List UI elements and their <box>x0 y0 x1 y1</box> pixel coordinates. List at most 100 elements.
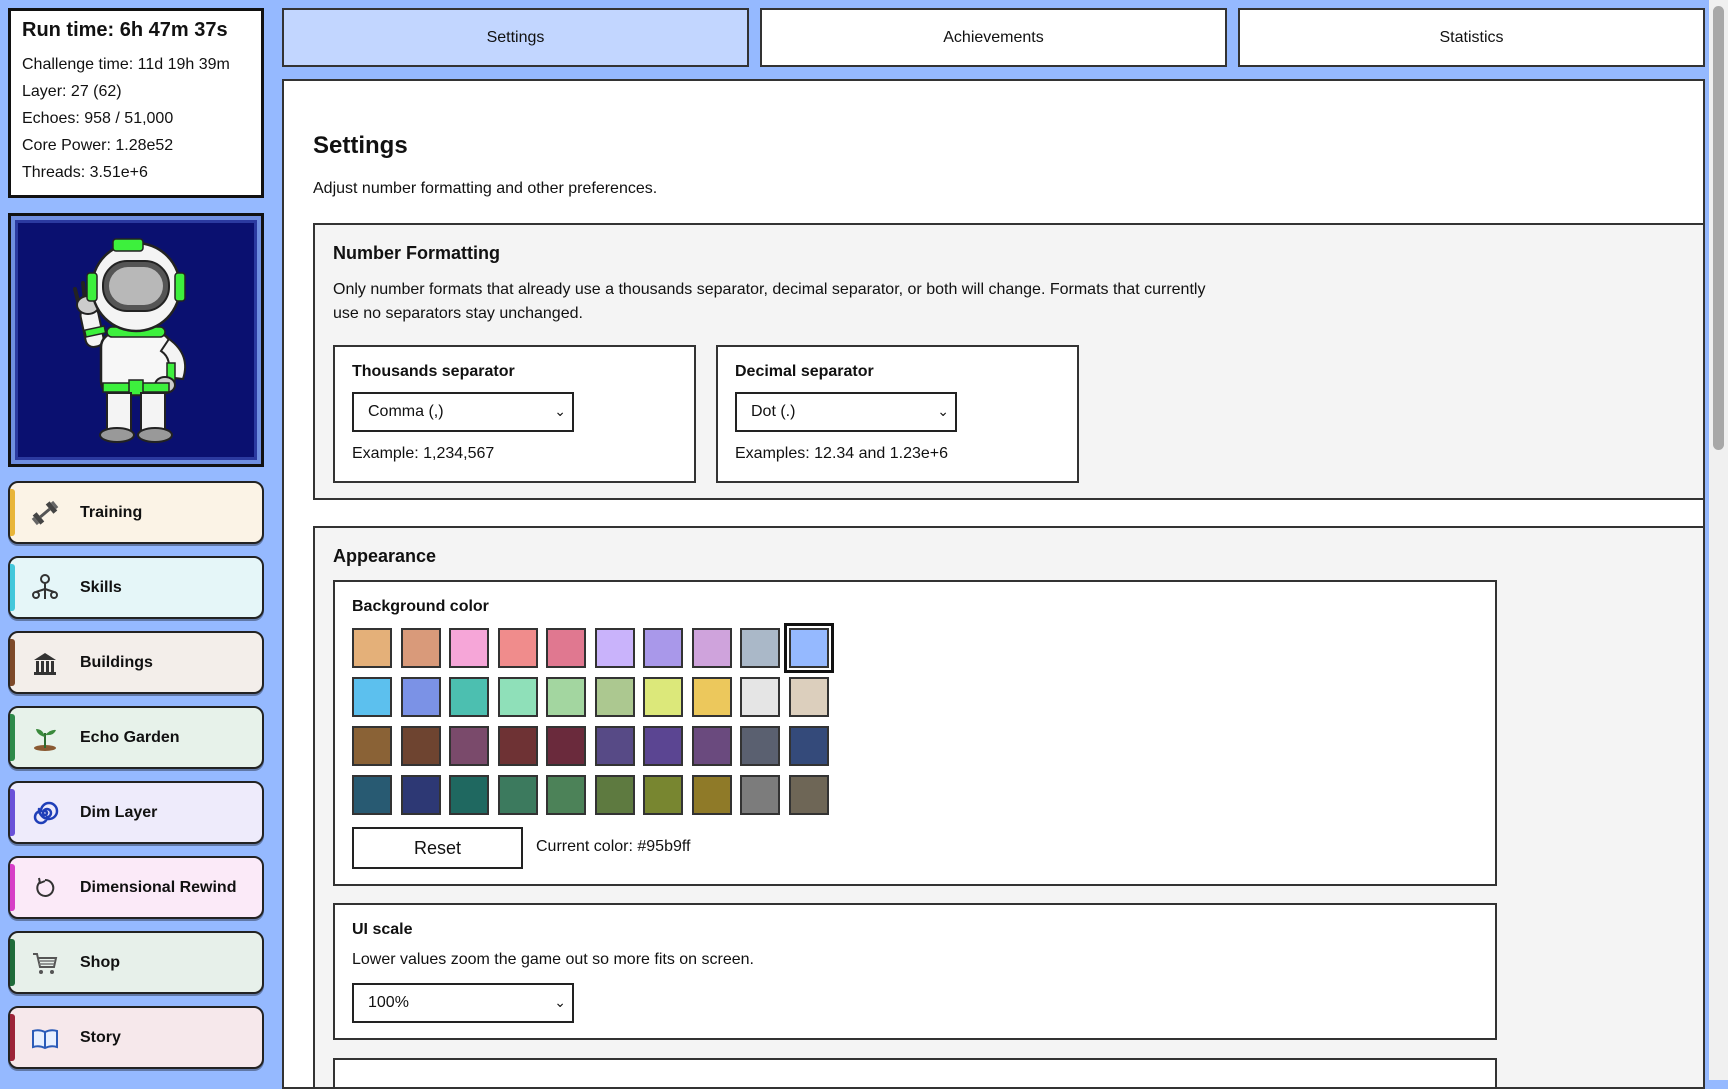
color-swatch[interactable] <box>449 677 489 717</box>
thousands-separator-select[interactable]: Comma (,) ⌄ <box>352 392 574 432</box>
color-swatch[interactable] <box>691 775 732 815</box>
color-swatch[interactable] <box>643 677 683 717</box>
color-swatch[interactable] <box>546 726 586 766</box>
color-swatch[interactable] <box>786 626 831 670</box>
nav-label: Dimensional Rewind <box>80 878 237 896</box>
color-swatch[interactable] <box>691 726 732 766</box>
ui-scale-description: Lower values zoom the game out so more f… <box>352 951 754 968</box>
scrollbar[interactable] <box>1709 0 1728 1080</box>
color-swatch[interactable] <box>449 775 489 815</box>
page-description: Adjust number formatting and other prefe… <box>313 180 658 197</box>
color-swatch[interactable] <box>546 628 586 668</box>
number-formatting-section: Number Formatting Only number formats th… <box>313 223 1703 500</box>
nav-dim-layer-button[interactable]: Dim Layer <box>8 781 264 844</box>
color-swatch[interactable] <box>352 775 392 815</box>
section-description: Only number formats that already use a t… <box>333 281 1206 322</box>
color-swatch[interactable] <box>400 677 441 717</box>
color-swatch[interactable] <box>449 628 489 668</box>
cart-icon <box>28 946 62 980</box>
challenge-time: Challenge time: 11d 19h 39m <box>22 56 230 73</box>
color-swatch[interactable] <box>449 726 489 766</box>
chevron-down-icon: ⌄ <box>554 994 566 1010</box>
color-swatch[interactable] <box>546 677 586 717</box>
nav-label: Buildings <box>80 653 153 671</box>
color-swatch[interactable] <box>594 628 635 668</box>
color-swatch[interactable] <box>497 775 538 815</box>
decimal-separator-card: Decimal separator Dot (.) ⌄ Examples: 12… <box>716 345 1079 483</box>
color-swatch[interactable] <box>400 726 441 766</box>
color-swatch[interactable] <box>400 775 441 815</box>
color-swatch[interactable] <box>400 628 441 668</box>
color-swatch[interactable] <box>594 726 635 766</box>
settings-panel: Settings Adjust number formatting and ot… <box>282 79 1705 1089</box>
nav-label: Story <box>80 1028 121 1046</box>
decimal-separator-select[interactable]: Dot (.) ⌄ <box>735 392 957 432</box>
rewind-icon <box>28 871 62 905</box>
color-swatch[interactable] <box>352 628 392 668</box>
color-swatch[interactable] <box>352 726 392 766</box>
dumbbell-icon <box>28 496 62 530</box>
color-swatch[interactable] <box>546 775 586 815</box>
color-swatch[interactable] <box>788 775 829 815</box>
color-swatch[interactable] <box>643 775 683 815</box>
layer-stat: Layer: 27 (62) <box>22 83 122 100</box>
tab-settings[interactable]: Settings <box>282 8 749 67</box>
nav-label: Echo Garden <box>80 728 180 746</box>
echoes-stat: Echoes: 958 / 51,000 <box>22 110 174 127</box>
stats-panel: Run time: 6h 47m 37s Challenge time: 11d… <box>8 8 264 198</box>
color-swatch[interactable] <box>497 726 538 766</box>
tab-statistics[interactable]: Statistics <box>1238 8 1705 67</box>
card-title: Decimal separator <box>735 363 874 380</box>
color-swatch[interactable] <box>643 726 683 766</box>
color-swatch[interactable] <box>594 775 635 815</box>
card-title: UI scale <box>352 921 413 938</box>
page-title: Settings <box>313 132 408 159</box>
ui-scale-select[interactable]: 100% ⌄ <box>352 983 574 1023</box>
appearance-section: Appearance Background color Reset Curren… <box>313 526 1703 1087</box>
scrollbar-thumb[interactable] <box>1713 6 1724 450</box>
ui-scale-card: UI scale Lower values zoom the game out … <box>333 903 1497 1040</box>
color-swatch[interactable] <box>788 677 829 717</box>
tab-achievements[interactable]: Achievements <box>760 8 1227 67</box>
color-swatch[interactable] <box>740 677 780 717</box>
card-title: Background color <box>352 598 489 615</box>
nav-label: Dim Layer <box>80 803 158 821</box>
reset-color-button[interactable]: Reset <box>352 827 523 869</box>
decimal-example: Examples: 12.34 and 1.23e+6 <box>735 445 949 462</box>
select-value: Comma (,) <box>368 403 444 420</box>
threads-stat: Threads: 3.51e+6 <box>22 164 148 181</box>
nav-label: Training <box>80 503 143 521</box>
color-swatch[interactable] <box>740 775 780 815</box>
nav-dimensional-rewind-button[interactable]: Dimensional Rewind <box>8 856 264 919</box>
chevron-down-icon: ⌄ <box>554 403 566 419</box>
color-swatch[interactable] <box>643 628 683 668</box>
nav-shop-button[interactable]: Shop <box>8 931 264 994</box>
astronaut-icon <box>73 238 187 443</box>
color-swatch[interactable] <box>691 628 732 668</box>
color-swatch[interactable] <box>740 726 780 766</box>
card-title: Thousands separator <box>352 363 515 380</box>
select-value: 100% <box>368 994 409 1011</box>
current-color-text: Current color: #95b9ff <box>536 838 691 855</box>
nav-buildings-button[interactable]: Buildings <box>8 631 264 694</box>
nav-training-button[interactable]: Training <box>8 481 264 544</box>
astronaut-portrait <box>8 213 264 467</box>
section-title: Appearance <box>333 546 437 566</box>
thousands-separator-card: Thousands separator Comma (,) ⌄ Example:… <box>333 345 696 483</box>
color-swatch[interactable] <box>497 677 538 717</box>
nav-story-button[interactable]: Story <box>8 1006 264 1069</box>
color-swatch[interactable] <box>594 677 635 717</box>
color-swatch[interactable] <box>352 677 392 717</box>
book-icon <box>28 1021 62 1055</box>
building-icon <box>28 646 62 680</box>
color-swatch[interactable] <box>740 628 780 668</box>
color-swatch[interactable] <box>788 726 829 766</box>
nav-echo-garden-button[interactable]: Echo Garden <box>8 706 264 769</box>
run-time: Run time: 6h 47m 37s <box>22 19 228 41</box>
chevron-down-icon: ⌄ <box>937 403 949 419</box>
background-color-card: Background color Reset Current color: #9… <box>333 580 1497 886</box>
nav-skills-button[interactable]: Skills <box>8 556 264 619</box>
color-swatch[interactable] <box>497 628 538 668</box>
color-swatch[interactable] <box>691 677 732 717</box>
nav-label: Skills <box>80 578 122 596</box>
